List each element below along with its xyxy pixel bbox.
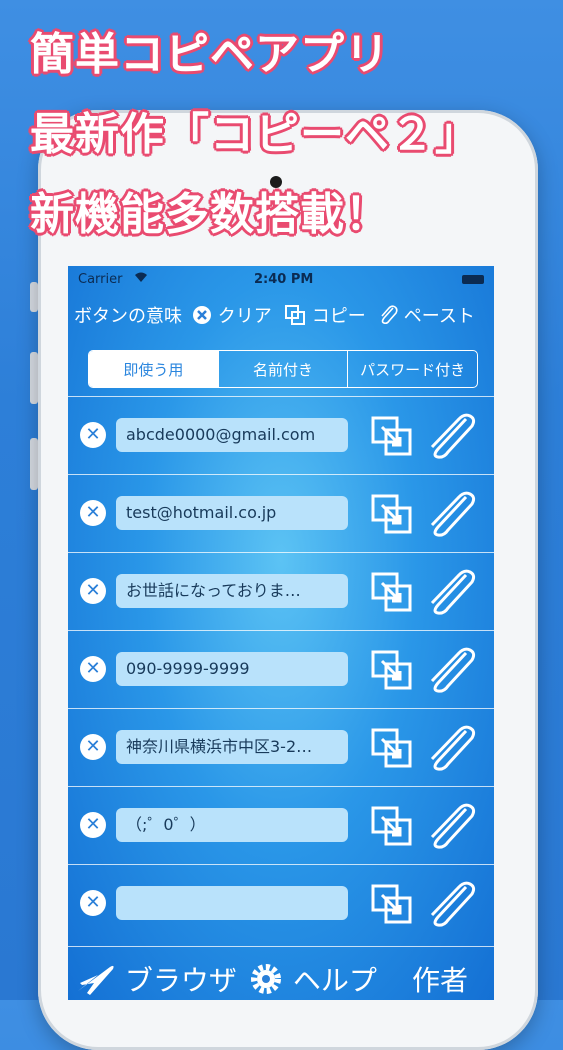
copy-button[interactable] [370, 415, 414, 457]
entry-field[interactable]: 神奈川県横浜市中区3-2… [116, 730, 348, 764]
clear-button[interactable]: ✕ [80, 500, 106, 526]
phone-volume-down [30, 438, 38, 490]
category-tabs: 即使う用 名前付き パスワード付き [88, 350, 478, 388]
paste-button[interactable] [424, 491, 476, 537]
clear-x-icon [192, 305, 212, 330]
phone-mute-switch [30, 282, 38, 312]
clear-button[interactable]: ✕ [80, 422, 106, 448]
clear-button[interactable]: ✕ [80, 734, 106, 760]
status-time: 2:40 PM [254, 272, 314, 287]
entry-field[interactable]: （;゜0゜） [116, 808, 348, 842]
airplane-icon [76, 961, 116, 1001]
app-screen: Carrier 2:40 PM ボタンの意味 クリア コピー ペースト 即使う用… [68, 266, 494, 1000]
entry-field[interactable]: test@hotmail.co.jp [116, 496, 348, 530]
paste-button[interactable] [424, 803, 476, 849]
list-item: ✕ abcde0000@gmail.com [68, 396, 494, 475]
author-button[interactable]: 作者 [412, 959, 468, 999]
tab-password[interactable]: パスワード付き [348, 351, 477, 387]
copy-button[interactable] [370, 649, 414, 691]
list-item: ✕ お世話になっておりま… [68, 552, 494, 631]
clear-button[interactable]: ✕ [80, 812, 106, 838]
tab-named[interactable]: 名前付き [219, 351, 349, 387]
list-item: ✕ [68, 864, 494, 943]
clear-legend-label: クリア [217, 306, 272, 327]
phone-volume-up [30, 352, 38, 404]
copy-button[interactable] [370, 571, 414, 613]
paste-button[interactable] [424, 647, 476, 693]
promo-line-3: 新機能多数搭載！ [30, 189, 390, 240]
battery-icon [462, 275, 484, 284]
copy-button[interactable] [370, 883, 414, 925]
clear-button[interactable]: ✕ [80, 578, 106, 604]
button-meaning-label: ボタンの意味 [74, 306, 182, 327]
paste-legend-label: ペースト [403, 306, 475, 327]
copy-button[interactable] [370, 805, 414, 847]
list-item: ✕ test@hotmail.co.jp [68, 474, 494, 553]
paste-button[interactable] [424, 881, 476, 927]
legend-toolbar: ボタンの意味 クリア コピー ペースト [68, 294, 494, 334]
clear-button[interactable]: ✕ [80, 890, 106, 916]
help-button[interactable]: ヘルプ [248, 959, 377, 1000]
entry-field[interactable] [116, 886, 348, 920]
promo-line-2: 最新作「コピーペ２」 [30, 109, 480, 160]
bottom-toolbar: ブラウザ ヘルプ 作者 [68, 946, 494, 1000]
copy-icon [284, 304, 306, 331]
paste-button[interactable] [424, 413, 476, 459]
list-item: ✕ 神奈川県横浜市中区3-2… [68, 708, 494, 787]
entry-field[interactable]: 090-9999-9999 [116, 652, 348, 686]
gear-icon [248, 961, 284, 1001]
paste-button[interactable] [424, 725, 476, 771]
list-item: ✕ 090-9999-9999 [68, 630, 494, 709]
promo-line-1: 簡単コピペアプリ [30, 29, 390, 80]
entry-field[interactable]: abcde0000@gmail.com [116, 418, 348, 452]
clear-legend: クリア [192, 302, 272, 330]
list-item: ✕ （;゜0゜） [68, 786, 494, 865]
copy-legend-label: コピー [311, 306, 366, 327]
clear-button[interactable]: ✕ [80, 656, 106, 682]
tab-immediate-use[interactable]: 即使う用 [89, 351, 219, 387]
copy-button[interactable] [370, 493, 414, 535]
wifi-icon [134, 271, 148, 286]
entry-field[interactable]: お世話になっておりま… [116, 574, 348, 608]
browser-button[interactable]: ブラウザ [76, 959, 237, 1000]
status-bar: Carrier 2:40 PM [68, 266, 494, 292]
carrier-label: Carrier [78, 272, 123, 287]
help-label: ヘルプ [292, 964, 377, 997]
copy-button[interactable] [370, 727, 414, 769]
copy-legend: コピー [284, 302, 366, 331]
paperclip-icon [378, 304, 398, 331]
browser-label: ブラウザ [124, 964, 237, 997]
paste-legend: ペースト [378, 302, 475, 331]
paste-button[interactable] [424, 569, 476, 615]
